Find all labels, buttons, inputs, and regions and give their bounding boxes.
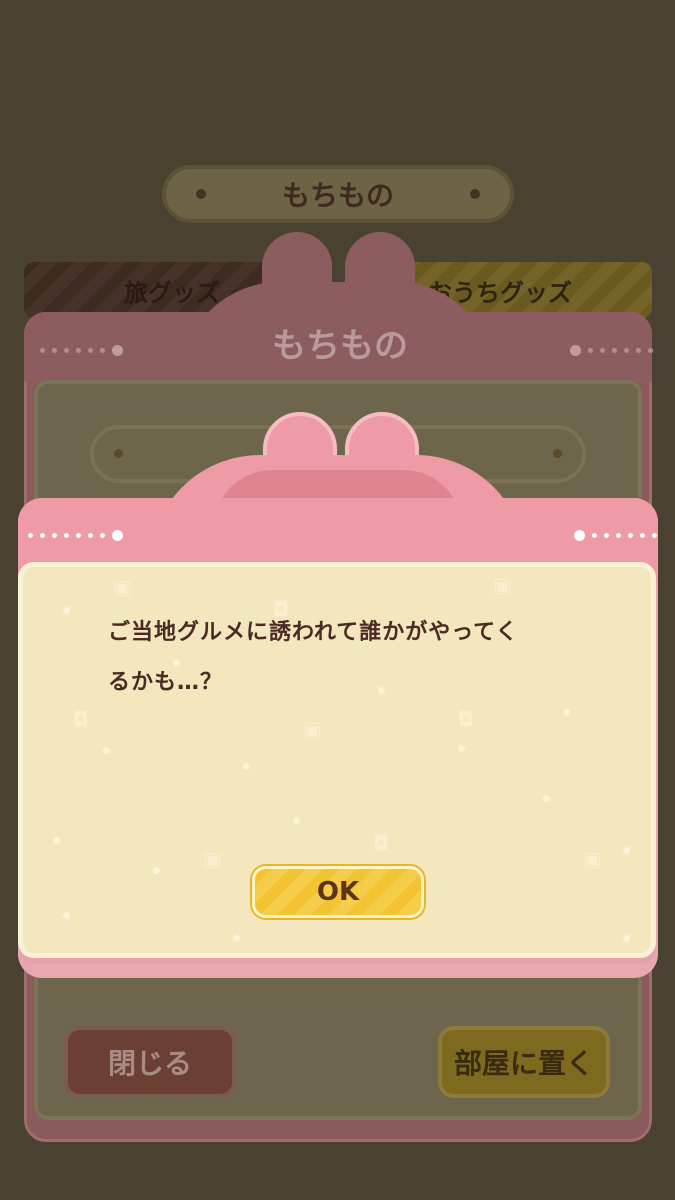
pill-dot bbox=[196, 189, 206, 199]
background-title-pill: もちもの bbox=[162, 165, 514, 223]
place-in-room-button[interactable]: 部屋に置く bbox=[438, 1026, 610, 1098]
camera-icon: ◘ bbox=[458, 707, 474, 731]
header-dot-row bbox=[570, 344, 653, 356]
snow-dot bbox=[233, 935, 240, 942]
mid-dialog-title: もちもの bbox=[272, 326, 408, 366]
snow-dot bbox=[543, 795, 550, 802]
snow-dot bbox=[243, 763, 250, 770]
snow-dot bbox=[293, 817, 300, 824]
snow-dot bbox=[153, 867, 160, 874]
camera-icon: ◘ bbox=[373, 831, 389, 855]
snow-dot bbox=[63, 912, 70, 919]
background-title: もちもの bbox=[281, 179, 394, 212]
camera-icon: ◘ bbox=[73, 707, 89, 731]
snow-dot bbox=[563, 709, 570, 716]
popup-message-line: ご当地グルメに誘われて誰かがやってく bbox=[108, 620, 519, 645]
header-dot-row bbox=[40, 344, 123, 356]
snow-dot bbox=[623, 847, 630, 854]
backpack-icon: ▣ bbox=[493, 573, 512, 597]
pill-dot bbox=[114, 449, 123, 458]
ok-button[interactable]: OK bbox=[252, 866, 424, 918]
popup-message-line: るかも…？ bbox=[108, 670, 224, 695]
popup-dot-row bbox=[28, 529, 123, 541]
snow-dot bbox=[458, 745, 465, 752]
snow-dot bbox=[103, 747, 110, 754]
snow-dot bbox=[623, 935, 630, 942]
close-button[interactable]: 閉じる bbox=[64, 1026, 236, 1098]
snow-dot bbox=[53, 837, 60, 844]
backpack-icon: ▣ bbox=[583, 847, 602, 871]
pill-dot bbox=[470, 189, 480, 199]
popup-message: ご当地グルメに誘われて誰かがやってく るかも…？ bbox=[108, 608, 588, 708]
backpack-icon: ▣ bbox=[113, 575, 132, 599]
backpack-icon: ▣ bbox=[203, 847, 222, 871]
backpack-icon: ▣ bbox=[303, 717, 322, 741]
pill-dot bbox=[553, 449, 562, 458]
popup-dot-row bbox=[574, 529, 657, 541]
snow-dot bbox=[63, 607, 70, 614]
